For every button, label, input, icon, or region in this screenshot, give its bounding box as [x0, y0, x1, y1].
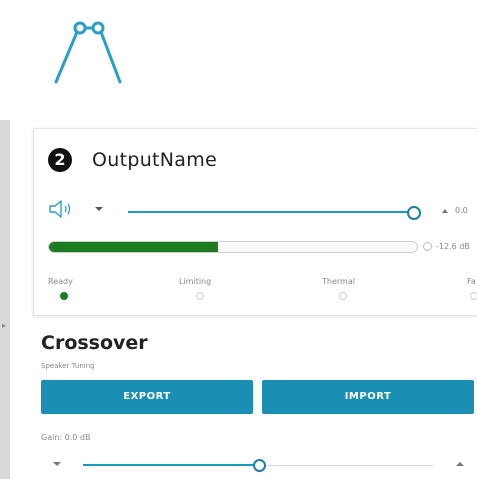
status-thermal-label: Thermal	[322, 277, 355, 286]
gain-slider-thumb[interactable]	[253, 459, 266, 472]
gain-slider[interactable]	[83, 459, 433, 472]
status-fault-label: Fa	[467, 277, 476, 286]
gain-slider-track	[263, 465, 433, 466]
gain-slider-track-active	[83, 464, 257, 466]
level-meter-fill	[49, 242, 219, 252]
sidebar-collapse-icon[interactable]: ▸	[2, 322, 8, 330]
output-number-badge: 2	[48, 148, 72, 172]
crossover-subtitle: Speaker Tuning	[41, 362, 95, 370]
status-ready-indicator	[60, 292, 68, 300]
crossover-section: Crossover Speaker Tuning EXPORT IMPORT G…	[33, 318, 477, 479]
meter-value: -12.6 dB	[436, 242, 470, 251]
status-fault-indicator	[470, 292, 477, 300]
volume-slider-thumb[interactable]	[407, 206, 421, 220]
volume-slider-track	[128, 211, 412, 213]
status-ready-label: Ready	[48, 277, 73, 286]
status-limiting-indicator	[196, 292, 204, 300]
level-meter	[48, 241, 418, 253]
output-card: 2 OutputName 0.0 -12.6 dB Ready Limiting…	[33, 128, 477, 316]
volume-slider[interactable]	[128, 205, 421, 220]
export-button[interactable]: EXPORT	[41, 380, 253, 414]
volume-value: 0.0	[455, 206, 468, 215]
page: ▸ 2 OutputName 0.0 -12.6 dB Ready Limiti…	[0, 0, 477, 479]
output-name: OutputName	[92, 149, 218, 171]
gain-label: Gain: 0.0 dB	[41, 433, 91, 442]
caret-down-icon[interactable]	[94, 204, 104, 214]
status-thermal-indicator	[339, 292, 347, 300]
caret-up-icon[interactable]	[456, 461, 464, 467]
speaker-volume-icon[interactable]	[48, 199, 74, 219]
caret-down-icon[interactable]	[52, 461, 62, 467]
status-limiting-label: Limiting	[179, 277, 212, 286]
sidebar-strip	[0, 120, 10, 479]
import-button[interactable]: IMPORT	[262, 380, 474, 414]
meter-clip-indicator	[423, 242, 432, 251]
speaker-stand-logo-icon	[54, 21, 122, 84]
crossover-title: Crossover	[41, 332, 148, 354]
caret-up-icon[interactable]	[442, 208, 448, 214]
